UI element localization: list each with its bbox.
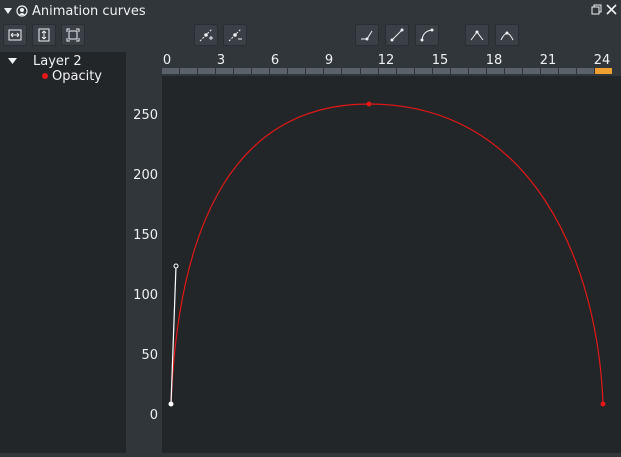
frame-cell[interactable] [162, 68, 180, 74]
zoom-fit-icon [66, 28, 80, 42]
channel-tree: Layer 2 Opacity [0, 52, 126, 453]
current-frame-cell[interactable] [595, 68, 613, 74]
animation-panel-icon [16, 5, 28, 17]
remove-keyframe-icon [228, 28, 242, 42]
keyframe-point[interactable] [600, 401, 606, 407]
panel-titlebar: Animation curves [0, 0, 621, 22]
smooth-tangent-icon [500, 31, 514, 41]
keyframe-point[interactable] [366, 101, 372, 107]
x-tick-label: 9 [324, 53, 334, 68]
x-tick-label: 15 [431, 53, 449, 68]
frame-cell[interactable] [577, 68, 595, 74]
collapse-arrow-icon[interactable] [4, 8, 12, 14]
frame-cell[interactable] [342, 68, 360, 74]
add-keyframe-button[interactable] [194, 24, 218, 46]
frame-cell[interactable] [216, 68, 234, 74]
frame-cell[interactable] [522, 68, 540, 74]
curve-color-dot-icon [42, 73, 48, 79]
y-tick-label: 200 [133, 168, 158, 183]
x-tick-label: 18 [485, 53, 503, 68]
fit-vertical-button[interactable] [32, 24, 56, 46]
y-tick-label: 150 [133, 228, 158, 243]
float-panel-icon[interactable] [591, 4, 602, 15]
frame-cell[interactable] [540, 68, 559, 74]
expand-arrow-icon[interactable] [8, 58, 17, 64]
frame-cell[interactable] [198, 68, 216, 74]
linear-interpolation-icon [390, 28, 404, 42]
sharp-tangent-button[interactable] [465, 24, 489, 46]
fit-horizontal-button[interactable] [3, 24, 27, 46]
y-tick-label: 0 [149, 408, 158, 423]
y-tick-label: 100 [133, 288, 158, 303]
opacity-curve[interactable] [170, 103, 604, 405]
remove-keyframe-button[interactable] [223, 24, 247, 46]
frame-cell[interactable] [559, 68, 577, 74]
frame-cell[interactable] [180, 68, 198, 74]
x-tick-label: 0 [162, 53, 172, 68]
frame-cell[interactable] [486, 68, 504, 74]
frame-cell[interactable] [432, 68, 450, 74]
linear-interpolation-button[interactable] [385, 24, 409, 46]
x-tick-label: 6 [270, 53, 280, 68]
frame-cell[interactable] [324, 68, 342, 74]
frame-cell[interactable] [450, 68, 468, 74]
frame-cell[interactable] [270, 68, 288, 74]
y-tick-label: 250 [133, 108, 158, 123]
smooth-interpolation-button[interactable] [415, 24, 439, 46]
sharp-tangent-icon [470, 30, 484, 41]
frame-cell[interactable] [288, 68, 306, 74]
linear-left-interpolation-icon [361, 30, 373, 41]
frame-cell[interactable] [414, 68, 432, 74]
tangent-handle-line [170, 265, 177, 405]
x-tick-label: 3 [216, 53, 226, 68]
y-tick-label: 50 [141, 348, 158, 363]
frame-cell[interactable] [468, 68, 486, 74]
selected-keyframe-point[interactable] [168, 401, 174, 407]
frame-cell[interactable] [234, 68, 252, 74]
curve-plot-svg[interactable] [162, 76, 621, 453]
panel-title: Animation curves [32, 3, 146, 19]
frame-cell[interactable] [252, 68, 270, 74]
x-tick-label: 24 [593, 53, 611, 68]
curve-plot-area[interactable] [162, 76, 621, 453]
x-tick-label: 21 [539, 53, 557, 68]
value-axis: 250 200 150 100 50 0 [126, 52, 162, 453]
close-panel-icon[interactable] [606, 4, 617, 15]
tree-item-property[interactable]: Opacity [42, 68, 102, 84]
frame-cell[interactable] [378, 68, 396, 74]
add-keyframe-icon [199, 28, 213, 42]
frame-ruler[interactable]: 0 3 6 9 12 15 18 21 24 [162, 52, 621, 76]
smooth-tangent-button[interactable] [495, 24, 519, 46]
smooth-interpolation-icon [420, 28, 434, 42]
frame-cell[interactable] [360, 68, 378, 74]
fit-vertical-icon [38, 28, 50, 42]
curves-toolbar [0, 22, 621, 50]
frame-cell[interactable] [306, 68, 324, 74]
zoom-fit-button[interactable] [61, 24, 85, 46]
fit-horizontal-icon [8, 29, 22, 41]
tree-item-layer-label: Layer 2 [33, 53, 82, 69]
tangent-handle-point[interactable] [173, 263, 179, 269]
frame-strip[interactable] [162, 68, 613, 74]
tree-item-property-label: Opacity [52, 68, 103, 84]
linear-left-interpolation-button[interactable] [355, 24, 379, 46]
frame-cell[interactable] [504, 68, 522, 74]
x-tick-label: 12 [377, 53, 395, 68]
tree-item-layer[interactable]: Layer 2 [0, 53, 126, 69]
frame-cell[interactable] [396, 68, 414, 74]
